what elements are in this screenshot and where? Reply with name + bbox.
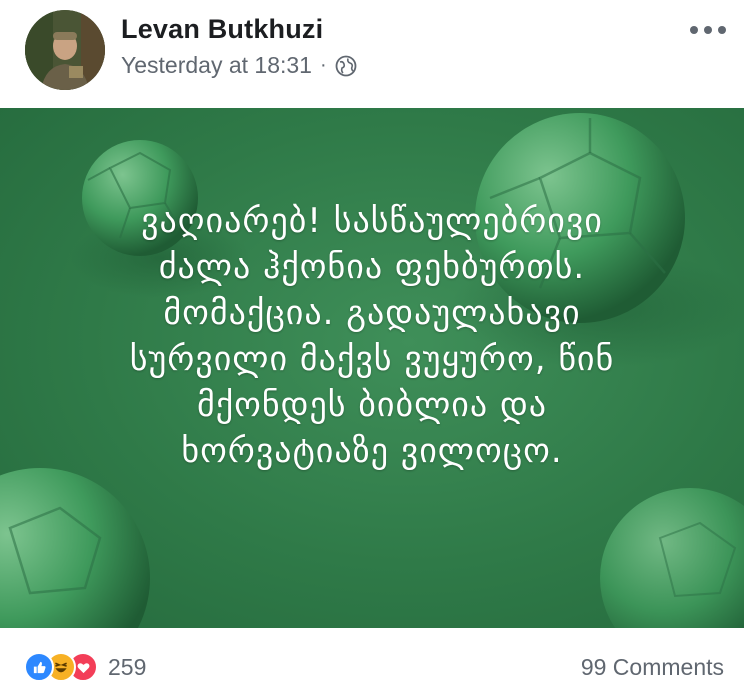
- text-line: ძალა ჰქონია ფეხბურთს.: [158, 247, 586, 287]
- author-name[interactable]: Levan Butkhuzi: [121, 14, 323, 45]
- text-line: ვაღიარებ! სასწაულებრივი: [141, 201, 603, 241]
- comments-link[interactable]: 99 Comments: [581, 654, 724, 681]
- post-footer: 259 99 Comments: [0, 628, 744, 700]
- text-line: სურვილი მაქვს ვუყურო, წინ: [129, 339, 615, 379]
- globe-icon[interactable]: [335, 55, 357, 77]
- avatar-photo: [25, 10, 105, 90]
- text-line: მქონდეს ბიბლია და: [196, 385, 548, 425]
- post-timestamp[interactable]: Yesterday at 18:31: [121, 52, 312, 79]
- meta-separator: ·: [319, 54, 327, 76]
- post-header: Levan Butkhuzi Yesterday at 18:31 ·: [0, 0, 744, 108]
- post-meta: Yesterday at 18:31 ·: [121, 52, 357, 79]
- more-options-icon[interactable]: [690, 22, 726, 38]
- like-icon: [24, 652, 54, 682]
- author-avatar[interactable]: [25, 10, 105, 90]
- post-image[interactable]: ვაღიარებ! სასწაულებრივი ძალა ჰქონია ფეხბ…: [0, 108, 744, 628]
- post-card: Levan Butkhuzi Yesterday at 18:31 · ვაღი…: [0, 0, 744, 700]
- post-image-text: ვაღიარებ! სასწაულებრივი ძალა ჰქონია ფეხბ…: [40, 198, 704, 474]
- text-line: მომაქცია. გადაულახავი: [163, 293, 581, 333]
- reactions-summary[interactable]: 259: [24, 652, 146, 682]
- reaction-count[interactable]: 259: [108, 654, 146, 681]
- text-line: ხორვატიაზე ვილოცო.: [181, 431, 563, 471]
